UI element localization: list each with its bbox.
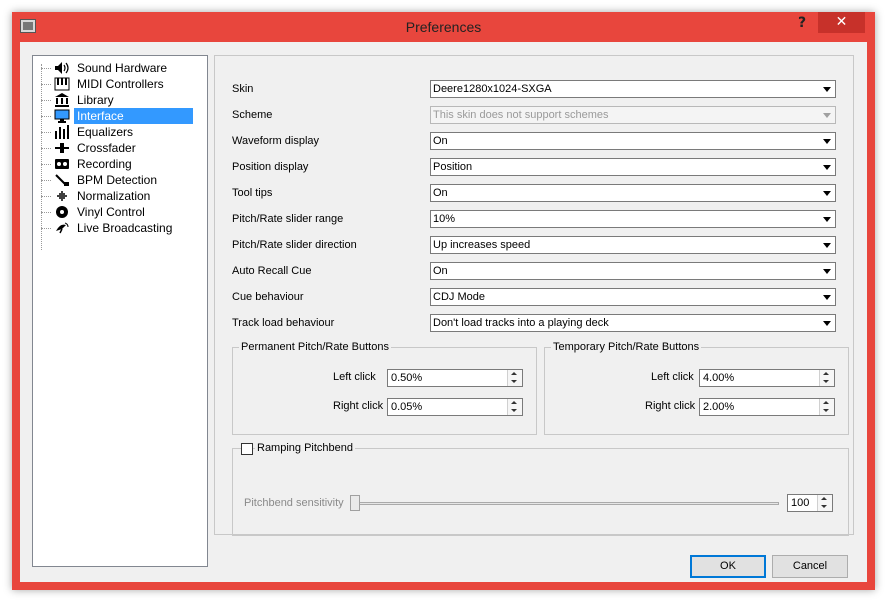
tree-item-label: Equalizers	[77, 125, 134, 139]
tree-item-recording[interactable]: Recording	[41, 156, 201, 172]
permanent-right-click-label: Right click	[333, 400, 384, 412]
permanent-right-click-spinbox[interactable]: 0.05%	[387, 398, 523, 416]
tree-item-normalization[interactable]: Normalization	[41, 188, 201, 204]
tree-item-label: Crossfader	[77, 141, 136, 155]
pitch-rate-direction-combo[interactable]: Up increases speed	[430, 236, 836, 254]
auto-recall-cue-combo[interactable]: On	[430, 262, 836, 280]
tree-item-label: Sound Hardware	[77, 61, 168, 75]
interface-settings-panel: Skin Deere1280x1024-SXGA Scheme This ski…	[214, 55, 854, 536]
scheme-combo: This skin does not support schemes	[430, 106, 836, 124]
bpm-icon	[55, 174, 69, 186]
cue-behaviour-combo[interactable]: CDJ Mode	[430, 288, 836, 306]
crossfader-icon	[55, 143, 69, 153]
preferences-window: Preferences ? ✕ Sound Hardware MIDI Cont…	[12, 12, 875, 590]
chevron-down-icon	[819, 185, 835, 201]
tree-item-label: Vinyl Control	[77, 205, 145, 219]
tree-item-live-broadcasting[interactable]: Live Broadcasting	[41, 220, 201, 236]
scheme-label: Scheme	[232, 109, 273, 121]
permanent-pitch-rate-group: Permanent Pitch/Rate Buttons Left click …	[232, 341, 537, 435]
chevron-down-icon	[819, 107, 835, 123]
temporary-right-click-label: Right click	[645, 400, 696, 412]
temporary-left-click-spinbox[interactable]: 4.00%	[699, 369, 835, 387]
recording-icon	[55, 159, 69, 169]
tree-item-label: Recording	[77, 157, 132, 171]
tree-item-label: Interface	[74, 108, 193, 124]
tree-item-label: Live Broadcasting	[77, 221, 173, 235]
speaker-icon	[55, 62, 69, 74]
pitchbend-sensitivity-track[interactable]	[351, 502, 779, 505]
auto-recall-cue-label: Auto Recall Cue	[232, 265, 312, 277]
tree-item-crossfader[interactable]: Crossfader	[41, 140, 201, 156]
spin-arrows-icon[interactable]	[817, 495, 832, 511]
temporary-group-title: Temporary Pitch/Rate Buttons	[551, 341, 702, 353]
ok-button[interactable]: OK	[690, 555, 766, 578]
waveform-display-label: Waveform display	[232, 135, 320, 147]
position-display-label: Position display	[232, 161, 309, 173]
pitchbend-sensitivity-slider-thumb[interactable]	[350, 495, 360, 511]
window-title: Preferences	[405, 19, 482, 35]
tree-item-sound-hardware[interactable]: Sound Hardware	[41, 60, 201, 76]
tree-item-label: BPM Detection	[77, 173, 158, 187]
ramping-pitchbend-label[interactable]: Ramping Pitchbend	[255, 442, 356, 454]
tree-item-midi-controllers[interactable]: MIDI Controllers	[41, 76, 201, 92]
track-load-behaviour-label: Track load behaviour	[232, 317, 335, 329]
tree-item-label: Library	[77, 93, 114, 107]
pitch-rate-direction-label: Pitch/Rate slider direction	[232, 239, 357, 251]
chevron-down-icon	[819, 81, 835, 97]
title-bar[interactable]: Preferences ? ✕	[12, 12, 875, 42]
tree-item-bpm-detection[interactable]: BPM Detection	[41, 172, 201, 188]
chevron-down-icon	[819, 211, 835, 227]
spin-arrows-icon[interactable]	[507, 399, 522, 415]
spin-arrows-icon[interactable]	[819, 370, 834, 386]
library-icon	[55, 93, 69, 107]
cue-behaviour-label: Cue behaviour	[232, 291, 304, 303]
skin-combo[interactable]: Deere1280x1024-SXGA	[430, 80, 836, 98]
tool-tips-label: Tool tips	[232, 187, 273, 199]
spin-arrows-icon[interactable]	[507, 370, 522, 386]
ramping-pitchbend-checkbox[interactable]	[241, 443, 253, 455]
help-button[interactable]: ?	[790, 15, 814, 35]
chevron-down-icon	[819, 289, 835, 305]
permanent-left-click-spinbox[interactable]: 0.50%	[387, 369, 523, 387]
chevron-down-icon	[819, 263, 835, 279]
temporary-left-click-label: Left click	[651, 371, 694, 383]
permanent-group-title: Permanent Pitch/Rate Buttons	[239, 341, 391, 353]
skin-label: Skin	[232, 83, 254, 95]
normalization-icon	[57, 191, 67, 201]
waveform-display-combo[interactable]: On	[430, 132, 836, 150]
chevron-down-icon	[819, 315, 835, 331]
spin-arrows-icon[interactable]	[819, 399, 834, 415]
track-load-behaviour-combo[interactable]: Don't load tracks into a playing deck	[430, 314, 836, 332]
equalizer-icon	[55, 125, 69, 139]
cancel-button[interactable]: Cancel	[772, 555, 848, 578]
tool-tips-combo[interactable]: On	[430, 184, 836, 202]
vinyl-icon	[56, 206, 68, 218]
close-button[interactable]: ✕	[818, 12, 865, 33]
pitchbend-sensitivity-spinbox[interactable]: 100	[787, 494, 833, 512]
broadcast-icon	[56, 222, 69, 234]
tree-item-interface[interactable]: Interface	[41, 108, 201, 124]
tree-item-vinyl-control[interactable]: Vinyl Control	[41, 204, 201, 220]
tree-item-library[interactable]: Library	[41, 92, 201, 108]
tree-item-label: Normalization	[77, 189, 151, 203]
ramping-pitchbend-group: Ramping Pitchbend Pitchbend sensitivity …	[232, 442, 849, 536]
monitor-icon	[54, 109, 70, 123]
midi-keyboard-icon	[54, 77, 70, 91]
tree-item-equalizers[interactable]: Equalizers	[41, 124, 201, 140]
tree-item-label: MIDI Controllers	[77, 77, 164, 91]
pitch-rate-range-combo[interactable]: 10%	[430, 210, 836, 228]
temporary-right-click-spinbox[interactable]: 2.00%	[699, 398, 835, 416]
pitchbend-sensitivity-label: Pitchbend sensitivity	[244, 497, 344, 509]
position-display-combo[interactable]: Position	[430, 158, 836, 176]
preferences-tree[interactable]: Sound Hardware MIDI Controllers Library …	[32, 55, 208, 567]
permanent-left-click-label: Left click	[333, 371, 376, 383]
chevron-down-icon	[819, 159, 835, 175]
dialog-client-area: Sound Hardware MIDI Controllers Library …	[20, 42, 867, 582]
chevron-down-icon	[819, 133, 835, 149]
temporary-pitch-rate-group: Temporary Pitch/Rate Buttons Left click …	[544, 341, 849, 435]
pitch-rate-range-label: Pitch/Rate slider range	[232, 213, 344, 225]
chevron-down-icon	[819, 237, 835, 253]
